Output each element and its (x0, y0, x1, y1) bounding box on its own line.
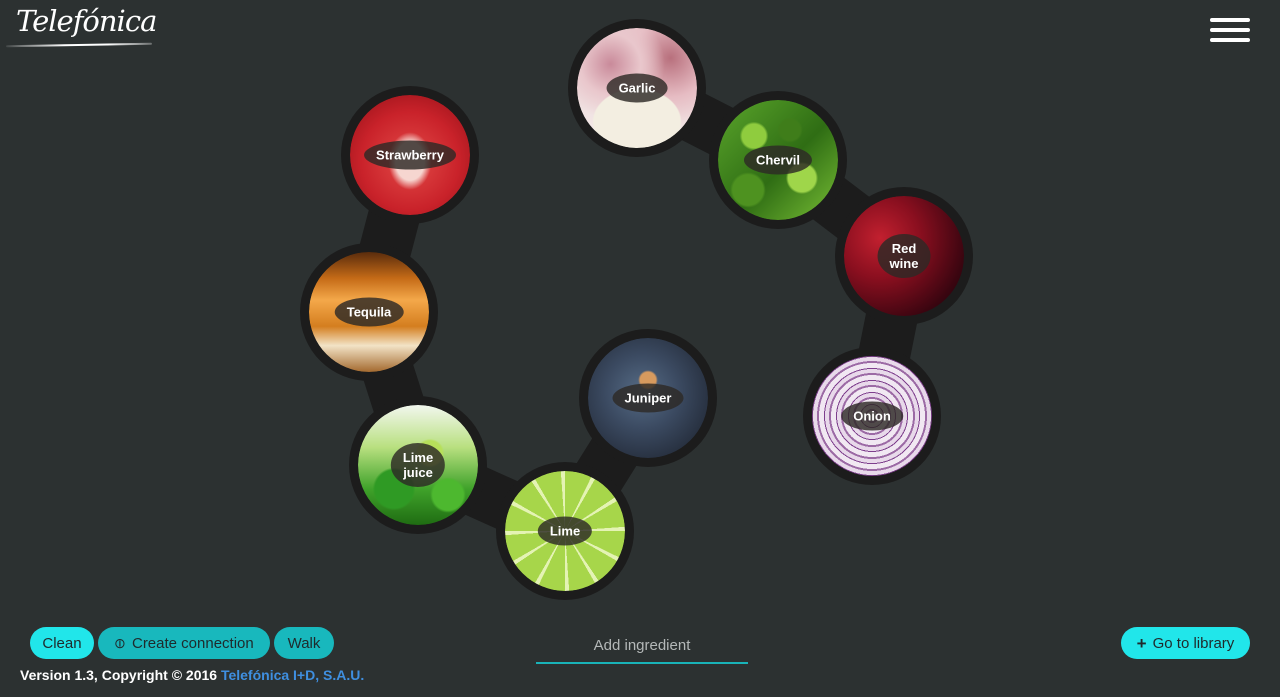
create-connection-label: Create connection (131, 634, 254, 652)
ingredient-label: Chervil (743, 145, 813, 175)
ingredient-node-limejuice[interactable]: Lime juice (358, 405, 478, 525)
ingredient-node-onion[interactable]: Onion (812, 356, 932, 476)
go-to-library-button[interactable]: + Go to library (1121, 627, 1250, 659)
add-ingredient-input[interactable] (536, 628, 748, 664)
create-connection-button[interactable]: ⊘ Create connection (98, 627, 270, 659)
company-link[interactable]: Telefónica I+D, S.A.U. (221, 667, 364, 683)
ingredient-label: Onion (841, 401, 903, 431)
ingredient-node-chervil[interactable]: Chervil (718, 100, 838, 220)
ingredient-label: Strawberry (364, 140, 456, 170)
walk-button[interactable]: Walk (274, 627, 334, 659)
ingredient-node-redwine[interactable]: Red wine (844, 196, 964, 316)
footer-copyright: Version 1.3, Copyright © 2016 Telefónica… (20, 667, 364, 683)
plus-icon: + (1136, 633, 1147, 653)
ingredient-label: Red wine (877, 234, 931, 278)
go-to-library-label: Go to library (1152, 634, 1235, 652)
ingredient-label: Lime juice (390, 443, 446, 487)
ingredient-label: Lime (537, 516, 593, 546)
ingredient-node-lime[interactable]: Lime (505, 471, 625, 591)
ingredient-node-garlic[interactable]: Garlic (577, 28, 697, 148)
clean-button[interactable]: Clean (30, 627, 94, 659)
version-text: Version 1.3, Copyright © 2016 (20, 667, 221, 683)
ingredient-node-strawberry[interactable]: Strawberry (350, 95, 470, 215)
ingredient-label: Tequila (334, 297, 404, 327)
ingredient-label: Juniper (612, 383, 684, 413)
ingredient-node-tequila[interactable]: Tequila (309, 252, 429, 372)
clean-label: Clean (42, 634, 82, 652)
walk-label: Walk (287, 634, 321, 652)
ingredient-label: Garlic (606, 73, 668, 103)
link-icon: ⊘ (109, 632, 130, 653)
ingredient-node-juniper[interactable]: Juniper (588, 338, 708, 458)
